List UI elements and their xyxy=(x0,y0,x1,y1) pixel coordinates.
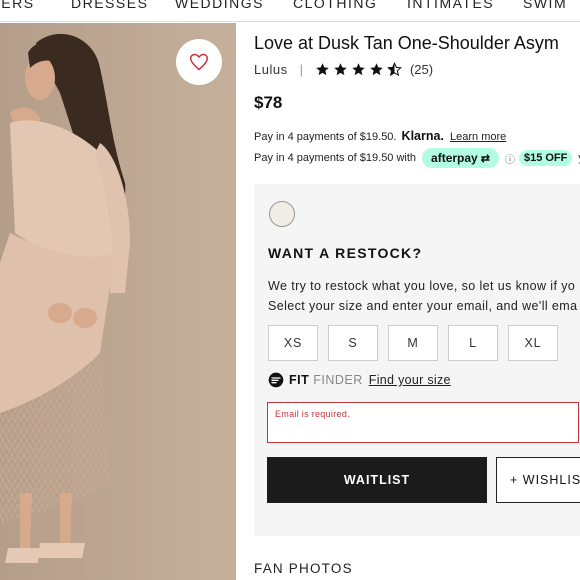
klarna-learn-more-link[interactable]: Learn more xyxy=(450,131,506,143)
afterpay-line: Pay in 4 payments of $19.50 with afterpa… xyxy=(254,146,580,170)
product-image[interactable] xyxy=(0,23,236,580)
nav-item-dresses[interactable]: DRESSES xyxy=(71,0,148,11)
klarna-text: Pay in 4 payments of $19.50. xyxy=(254,131,397,143)
fit-finder-icon xyxy=(268,372,284,388)
find-your-size-link[interactable]: Find your size xyxy=(369,373,451,387)
klarna-line: Pay in 4 payments of $19.50. Klarna. Lea… xyxy=(254,129,506,143)
nav-item-swim[interactable]: SWIM xyxy=(523,0,567,11)
size-option-s[interactable]: S xyxy=(328,325,378,361)
heart-icon xyxy=(189,53,209,71)
size-option-l[interactable]: L xyxy=(448,325,498,361)
rating-stars[interactable] xyxy=(315,62,405,77)
nav-item-intimates[interactable]: INTIMATES xyxy=(407,0,494,11)
email-error-message: Email is required. xyxy=(275,409,350,419)
restock-description-line-1: We try to restock what you love, so let … xyxy=(268,279,576,293)
fit-finder-label-bold: FIT xyxy=(289,373,310,387)
afterpay-arrows-icon: ⇄ xyxy=(480,152,490,165)
favorite-button[interactable] xyxy=(176,39,222,85)
waitlist-button[interactable]: WAITLIST xyxy=(267,457,487,503)
star-icon xyxy=(370,63,383,76)
wishlist-button[interactable]: + WISHLIST xyxy=(496,457,580,503)
size-option-xl[interactable]: XL xyxy=(508,325,558,361)
afterpay-discount-badge: $15 OFF xyxy=(518,150,573,166)
star-icon xyxy=(316,63,329,76)
top-nav: LERS DRESSES WEDDINGS CLOTHING INTIMATES… xyxy=(0,0,580,22)
klarna-logo: Klarna. xyxy=(401,129,444,143)
restock-heading: WANT A RESTOCK? xyxy=(268,245,423,261)
review-count[interactable]: (25) xyxy=(410,62,433,77)
product-title: Love at Dusk Tan One-Shoulder Asym xyxy=(254,33,559,53)
fit-finder-row: FIT FINDER Find your size xyxy=(268,372,451,388)
afterpay-text: Pay in 4 payments of $19.50 with xyxy=(254,152,417,164)
nav-item-sellers[interactable]: LERS xyxy=(0,0,35,11)
star-icon xyxy=(334,63,347,76)
restock-description-line-2: Select your size and enter your email, a… xyxy=(268,299,578,313)
afterpay-logo[interactable]: afterpay ⇄ xyxy=(422,148,499,168)
restock-panel: WANT A RESTOCK? We try to restock what y… xyxy=(254,184,580,536)
fit-finder-label-light: FINDER xyxy=(313,373,363,387)
divider: | xyxy=(299,62,303,77)
nav-item-clothing[interactable]: CLOTHING xyxy=(293,0,377,11)
brand-name[interactable]: Lulus xyxy=(254,62,288,77)
info-icon[interactable]: ⓘ xyxy=(505,151,515,166)
fan-photos-heading: FAN PHOTOS xyxy=(254,561,353,576)
brand-rating-row: Lulus | (25) xyxy=(254,62,433,77)
afterpay-brand: afterpay xyxy=(431,151,478,165)
restock-description: We try to restock what you love, so let … xyxy=(268,276,577,316)
product-price: $78 xyxy=(254,93,283,112)
half-star-icon xyxy=(387,62,402,77)
star-icon xyxy=(352,63,365,76)
color-swatch[interactable] xyxy=(269,201,295,227)
nav-item-weddings[interactable]: WEDDINGS xyxy=(175,0,264,11)
email-field[interactable]: Email is required. xyxy=(267,402,579,443)
size-option-xs[interactable]: XS xyxy=(268,325,318,361)
size-selector: XS S M L XL xyxy=(268,325,568,361)
size-option-m[interactable]: M xyxy=(388,325,438,361)
